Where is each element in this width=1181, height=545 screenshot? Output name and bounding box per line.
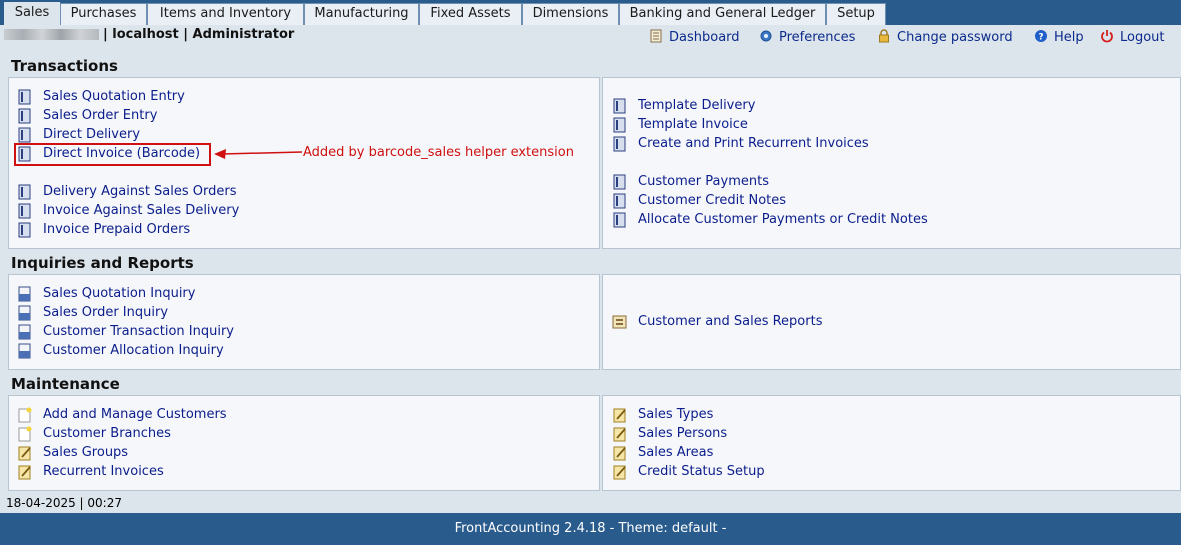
new-document-icon	[18, 426, 32, 442]
preferences-link[interactable]: Preferences	[759, 29, 855, 47]
svg-text:?: ?	[1038, 33, 1043, 43]
tab-purchases[interactable]: Purchases	[60, 3, 147, 25]
annotation-text: Added by barcode_sales helper extension	[303, 145, 574, 160]
document-icon	[18, 203, 31, 219]
document-icon	[613, 117, 626, 133]
document-icon	[613, 136, 626, 152]
edit-icon	[613, 427, 626, 442]
date-time: 18-04-2025 | 00:27	[6, 496, 122, 510]
lock-icon	[879, 29, 889, 43]
section-title-maintenance: Maintenance	[11, 375, 120, 393]
dashboard-link[interactable]: Dashboard	[649, 29, 740, 47]
report-icon	[18, 343, 31, 359]
document-icon	[18, 222, 31, 238]
annotation-arrow-icon	[214, 149, 303, 159]
report-icon	[18, 305, 31, 321]
document-icon	[613, 193, 626, 209]
edit-icon	[18, 465, 31, 480]
power-icon	[1101, 30, 1113, 43]
document-icon	[18, 184, 31, 200]
document-icon	[613, 174, 626, 190]
status-bar: 18-04-2025 | 00:27	[0, 493, 1181, 513]
document-icon	[18, 89, 31, 105]
tab-items-and-inventory[interactable]: Items and Inventory	[147, 3, 304, 25]
company-name-redacted	[4, 29, 99, 40]
document-icon	[613, 212, 626, 228]
edit-icon	[613, 408, 626, 423]
edit-icon	[613, 446, 626, 461]
new-document-icon	[18, 407, 32, 423]
tab-setup[interactable]: Setup	[826, 3, 886, 25]
document-icon	[18, 127, 31, 143]
tab-fixed-assets[interactable]: Fixed Assets	[419, 3, 522, 25]
tab-manufacturing[interactable]: Manufacturing	[304, 3, 419, 25]
edit-icon	[18, 446, 31, 461]
dashboard-icon	[650, 29, 662, 43]
section-title-inquiries: Inquiries and Reports	[11, 254, 194, 272]
change-password-link[interactable]: Change password	[877, 29, 1013, 47]
host-and-user: | localhost | Administrator	[103, 27, 295, 42]
footer: FrontAccounting 2.4.18 - Theme: default …	[0, 513, 1181, 545]
help-link[interactable]: ? Help	[1034, 29, 1084, 47]
reports-icon	[612, 315, 627, 329]
document-icon	[613, 98, 626, 114]
tab-dimensions[interactable]: Dimensions	[522, 3, 619, 25]
section-title-transactions: Transactions	[11, 57, 118, 75]
gear-icon	[760, 30, 772, 42]
edit-icon	[613, 465, 626, 480]
tab-sales[interactable]: Sales	[4, 2, 60, 25]
report-icon	[18, 324, 31, 340]
user-info: | localhost | Administrator	[0, 27, 294, 47]
report-icon	[18, 286, 31, 302]
annotation-highlight-box	[14, 143, 211, 166]
document-icon	[18, 108, 31, 124]
top-menu-bar: Sales Purchases Items and Inventory Manu…	[0, 0, 1181, 25]
logout-link[interactable]: Logout	[1100, 29, 1165, 47]
tab-banking-and-general-ledger[interactable]: Banking and General Ledger	[619, 3, 826, 25]
help-icon: ?	[1035, 30, 1047, 43]
